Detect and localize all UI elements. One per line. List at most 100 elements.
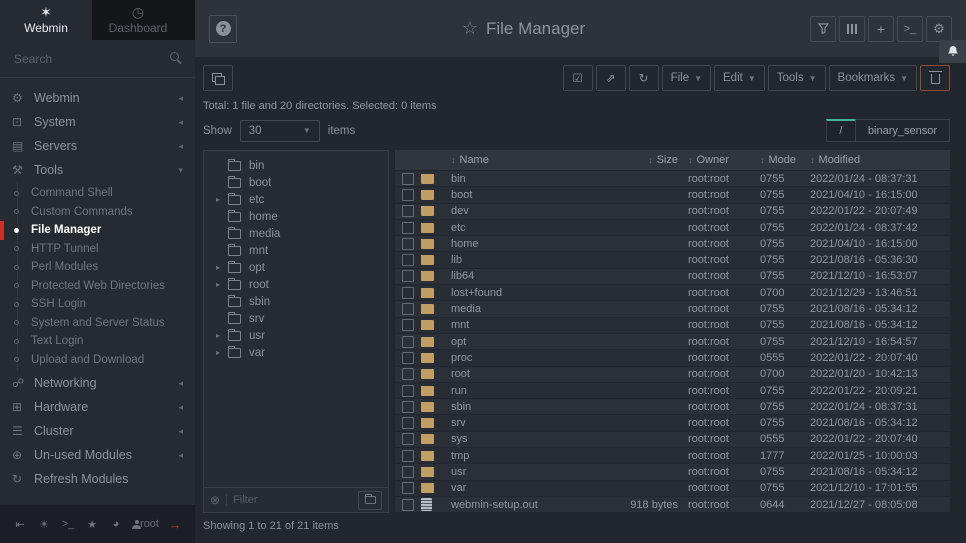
- table-row[interactable]: binroot:root07552022/01/24 - 08:37:31: [395, 171, 950, 187]
- row-checkbox[interactable]: [402, 368, 414, 380]
- copy-window-button[interactable]: [203, 65, 233, 91]
- col-header-name[interactable]: ↕Name: [451, 154, 596, 166]
- table-row[interactable]: homeroot:root07552021/04/10 - 16:15:00: [395, 236, 950, 252]
- row-checkbox[interactable]: [402, 433, 414, 445]
- col-header-owner[interactable]: ↕Owner: [688, 154, 760, 166]
- terminal-icon[interactable]: >_: [58, 514, 78, 534]
- share-button[interactable]: ⇗: [596, 65, 626, 91]
- row-checkbox[interactable]: [402, 319, 414, 331]
- logout-icon[interactable]: →: [165, 514, 185, 534]
- page-size-select[interactable]: 30 ▼: [240, 120, 320, 142]
- sidebar-item-un-used-modules[interactable]: ⊕Un-used Modules◂: [0, 443, 195, 467]
- menu-edit[interactable]: Edit ▼: [714, 65, 765, 91]
- row-checkbox[interactable]: [402, 287, 414, 299]
- table-row[interactable]: srvroot:root07552021/08/16 - 05:34:12: [395, 415, 950, 431]
- select-all-button[interactable]: ☑: [563, 65, 593, 91]
- file-name[interactable]: etc: [451, 222, 596, 234]
- row-checkbox[interactable]: [402, 189, 414, 201]
- file-name[interactable]: lib64: [451, 270, 596, 282]
- search-input[interactable]: [14, 52, 181, 66]
- sidebar-item-protected-web-directories[interactable]: Protected Web Directories: [0, 277, 195, 296]
- sidebar-item-file-manager[interactable]: File Manager: [0, 221, 195, 240]
- table-row[interactable]: bootroot:root07552021/04/10 - 16:15:00: [395, 187, 950, 203]
- table-row[interactable]: optroot:root07552021/12/10 - 16:54:57: [395, 334, 950, 350]
- tree-item-srv[interactable]: srv: [204, 310, 388, 327]
- sidebar-item-servers[interactable]: ▤Servers◂: [0, 134, 195, 158]
- row-checkbox[interactable]: [402, 254, 414, 266]
- file-name[interactable]: opt: [451, 336, 596, 348]
- sidebar-item-tools[interactable]: ⚒Tools▾: [0, 158, 195, 182]
- sidebar-item-http-tunnel[interactable]: HTTP Tunnel: [0, 240, 195, 259]
- file-name[interactable]: mnt: [451, 319, 596, 331]
- row-checkbox[interactable]: [402, 401, 414, 413]
- table-row[interactable]: rootroot:root07002022/01/20 - 10:42:13: [395, 367, 950, 383]
- row-checkbox[interactable]: [402, 222, 414, 234]
- sidebar-item-custom-commands[interactable]: Custom Commands: [0, 203, 195, 222]
- col-header-mode[interactable]: ↕Mode: [760, 154, 810, 166]
- trash-button[interactable]: [920, 65, 950, 91]
- row-checkbox[interactable]: [402, 450, 414, 462]
- file-name[interactable]: boot: [451, 189, 596, 201]
- row-checkbox[interactable]: [402, 482, 414, 494]
- breadcrumb-current[interactable]: binary_sensor: [856, 119, 950, 142]
- sidebar-item-system[interactable]: ⊡System◂: [0, 110, 195, 134]
- filter-button[interactable]: [810, 16, 836, 42]
- file-name[interactable]: sbin: [451, 401, 596, 413]
- tree-item-sbin[interactable]: sbin: [204, 293, 388, 310]
- clear-filter-icon[interactable]: ⊗: [210, 493, 220, 507]
- table-row[interactable]: libroot:root07552021/08/16 - 05:36:30: [395, 252, 950, 268]
- sidebar-item-ssh-login[interactable]: SSH Login: [0, 295, 195, 314]
- collapse-sidebar-icon[interactable]: ⇤: [10, 514, 30, 534]
- table-row[interactable]: etcroot:root07552022/01/24 - 08:37:42: [395, 220, 950, 236]
- row-checkbox[interactable]: [402, 238, 414, 250]
- sidebar-item-system-and-server-status[interactable]: System and Server Status: [0, 314, 195, 333]
- tree-item-usr[interactable]: ▸usr: [204, 327, 388, 344]
- help-button[interactable]: ?: [209, 15, 237, 43]
- table-row[interactable]: mntroot:root07552021/08/16 - 05:34:12: [395, 318, 950, 334]
- table-row[interactable]: sbinroot:root07552022/01/24 - 08:37:31: [395, 399, 950, 415]
- table-row[interactable]: procroot:root05552022/01/22 - 20:07:40: [395, 350, 950, 366]
- file-name[interactable]: sys: [451, 433, 596, 445]
- settings-button[interactable]: ⚙: [926, 16, 952, 42]
- file-name[interactable]: run: [451, 385, 596, 397]
- file-name[interactable]: usr: [451, 466, 596, 478]
- file-name[interactable]: bin: [451, 173, 596, 185]
- file-name[interactable]: media: [451, 303, 596, 315]
- tree-item-etc[interactable]: ▸etc: [204, 191, 388, 208]
- sidebar-item-text-login[interactable]: Text Login: [0, 332, 195, 351]
- theme-icon[interactable]: ☀: [34, 514, 54, 534]
- sidebar-item-upload-and-download[interactable]: Upload and Download: [0, 351, 195, 370]
- row-checkbox[interactable]: [402, 417, 414, 429]
- sidebar-item-refresh-modules[interactable]: ↻Refresh Modules: [0, 467, 195, 491]
- table-row[interactable]: lib64root:root07552021/12/10 - 16:53:07: [395, 269, 950, 285]
- table-row[interactable]: tmproot:root17772022/01/25 - 10:00:03: [395, 448, 950, 464]
- col-header-size[interactable]: ↕Size: [596, 154, 688, 166]
- row-checkbox[interactable]: [402, 336, 414, 348]
- language-icon[interactable]: ◕: [106, 514, 126, 534]
- row-checkbox[interactable]: [402, 270, 414, 282]
- tree-item-boot[interactable]: boot: [204, 174, 388, 191]
- file-name[interactable]: lost+found: [451, 287, 596, 299]
- sidebar-item-networking[interactable]: ☍Networking◂: [0, 371, 195, 395]
- tree-item-bin[interactable]: bin: [204, 157, 388, 174]
- file-name[interactable]: proc: [451, 352, 596, 364]
- col-header-modified[interactable]: ↕Modified: [810, 154, 950, 166]
- filter-folder-button[interactable]: [358, 491, 382, 510]
- row-checkbox[interactable]: [402, 173, 414, 185]
- row-checkbox[interactable]: [402, 352, 414, 364]
- refresh-button[interactable]: ↻: [629, 65, 659, 91]
- tree-item-media[interactable]: media: [204, 225, 388, 242]
- table-row[interactable]: runroot:root07552022/01/22 - 20:09:21: [395, 383, 950, 399]
- row-checkbox[interactable]: [402, 385, 414, 397]
- tree-item-mnt[interactable]: mnt: [204, 242, 388, 259]
- menu-file[interactable]: File ▼: [662, 65, 711, 91]
- menu-tools[interactable]: Tools ▼: [768, 65, 826, 91]
- tree-item-opt[interactable]: ▸opt: [204, 259, 388, 276]
- row-checkbox[interactable]: [402, 303, 414, 315]
- file-name[interactable]: root: [451, 368, 596, 380]
- sidebar-item-webmin[interactable]: ⚙Webmin◂: [0, 86, 195, 110]
- file-name[interactable]: srv: [451, 417, 596, 429]
- table-row[interactable]: webmin-setup.out918 bytesroot:root064420…: [395, 497, 950, 513]
- sidebar-item-hardware[interactable]: ⊞Hardware◂: [0, 395, 195, 419]
- breadcrumb-root[interactable]: /: [826, 119, 856, 142]
